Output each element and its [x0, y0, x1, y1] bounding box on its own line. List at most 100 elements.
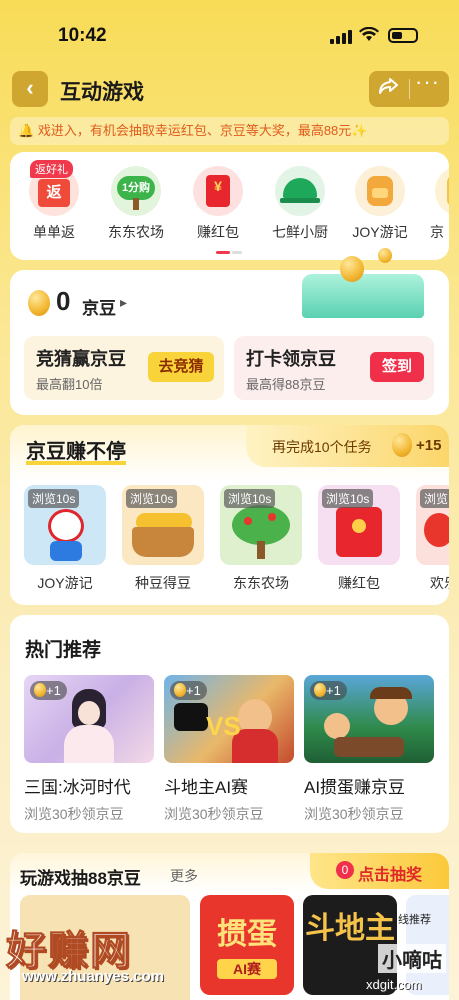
earn-item-joy[interactable]: 浏览10s JOY游记 [24, 485, 106, 593]
entry-joy[interactable]: JOY游记 [340, 166, 420, 242]
basket-icon: 浏览10s [122, 485, 204, 565]
hot-sub: 浏览30秒领京豆 [24, 806, 124, 822]
tree-icon: 1分购 [111, 166, 161, 216]
treasure-box-illustration [302, 274, 424, 318]
hot-sub: 浏览30秒领京豆 [164, 806, 264, 822]
entry-label: 京 [430, 224, 444, 240]
hot-title: AI掼蛋赚京豆 [304, 778, 406, 797]
notice-bar[interactable]: 🔔 戏进入，有机会抽取幸运红包、京豆等大奖，最高88元✨ [10, 117, 449, 145]
battery-icon [388, 28, 418, 43]
entry-label: 东东农场 [108, 224, 164, 240]
share-icon[interactable] [377, 77, 399, 103]
entry-label: 赚红包 [197, 224, 239, 240]
reward-tag: +1 [30, 681, 67, 700]
nav-bar: ‹ 互动游戏 ··· [0, 68, 459, 110]
bean-icon [174, 683, 186, 697]
watermark-right-url: xdgit.com [366, 977, 422, 992]
notice-text: 戏进入，有机会抽取幸运红包、京豆等大奖，最高88元✨ [37, 123, 368, 138]
earn-label: 东东农场 [233, 575, 289, 591]
browse-tag: 浏览 [420, 489, 449, 508]
guess-button[interactable]: 去竞猜 [148, 352, 214, 382]
bean-icon [28, 290, 50, 316]
more-link[interactable]: 更多 [170, 866, 198, 886]
checkin-button[interactable]: 签到 [370, 352, 424, 382]
hot-item-guandan[interactable]: +1 AI掼蛋赚京豆 浏览30秒领京豆 [304, 675, 434, 824]
cloche-icon [275, 166, 325, 216]
game-icon: 浏览 [416, 485, 449, 565]
lottery-button[interactable]: 0 点击抽奖 [310, 853, 449, 889]
entry-label: JOY游记 [352, 224, 408, 240]
task-sub: 最高翻10倍 [36, 377, 103, 392]
wifi-icon [359, 26, 379, 47]
capsule-divider [409, 79, 410, 99]
reward-value: +15 [416, 437, 442, 454]
entry-icons-card: 返 返好礼 单单返 1分购 东东农场 ¥ 赚红包 七鲜小厨 JOY游记 京 [10, 152, 449, 260]
back-button[interactable]: ‹ [12, 71, 48, 107]
guandan-thumb[interactable]: 掼蛋 AI赛 [200, 895, 294, 995]
page-title: 互动游戏 [60, 81, 144, 104]
entry-farm[interactable]: 1分购 东东农场 [96, 166, 176, 242]
hot-title: 三国:冰河时代 [24, 778, 131, 797]
browse-tag: 浏览10s [322, 489, 374, 508]
earn-label: 赚红包 [338, 575, 380, 591]
hot-recommend-card: 热门推荐 +1 三国:冰河时代 浏览30秒领京豆 VS +1 斗地主AI赛 浏览… [10, 615, 449, 833]
task-title: 竞猜赢京豆 [36, 349, 126, 369]
chevron-right-icon[interactable]: ▸ [120, 294, 127, 311]
more-icon[interactable]: ··· [415, 69, 440, 95]
task-sub: 最高得88京豆 [246, 377, 326, 392]
section-title: 热门推荐 [25, 640, 102, 661]
lottery-count: 0 [336, 861, 354, 879]
game-banner-image: VS +1 [164, 675, 294, 763]
entry-label: 七鲜小厨 [272, 224, 328, 240]
mini-program-capsule: ··· [369, 69, 449, 107]
hot-item-sanguo[interactable]: +1 三国:冰河时代 浏览30秒领京豆 [24, 675, 154, 824]
bean-unit[interactable]: 京豆 [82, 294, 116, 319]
joy-dog-icon: 浏览10s [24, 485, 106, 565]
red-packet-icon: ¥ [193, 166, 243, 216]
hot-title: 斗地主AI赛 [164, 778, 249, 797]
bean-icon [378, 248, 392, 263]
status-time: 10:42 [58, 25, 107, 46]
entry-partial[interactable]: 京 [420, 166, 449, 242]
entry-dandanfan[interactable]: 返 返好礼 单单返 [14, 160, 94, 242]
bean-count: 0 [56, 286, 71, 316]
progress-text: 再完成10个任务 [272, 439, 372, 455]
bean-icon [392, 433, 412, 457]
bean-icon [34, 683, 46, 697]
bean-balance-card: 0 京豆 ▸ 竞猜赢京豆 最高翻10倍 去竞猜 打卡领京豆 最高得88京豆 签到 [10, 248, 449, 415]
page-indicator-active [216, 251, 230, 254]
earn-item-redpacket[interactable]: 浏览10s 赚红包 [318, 485, 400, 593]
bean-icon [340, 256, 364, 282]
tree-icon: 浏览10s [220, 485, 302, 565]
page-indicator [232, 251, 242, 254]
watermark-url: www.zhuanyes.com [22, 968, 164, 985]
browse-tag: 浏览10s [224, 489, 276, 508]
entry-redpacket[interactable]: ¥ 赚红包 [178, 166, 258, 242]
task-progress-banner[interactable]: 再完成10个任务 +15 [246, 425, 449, 467]
signal-icon [330, 30, 352, 44]
earn-item-farm[interactable]: 浏览10s 东东农场 [220, 485, 302, 593]
watermark-right: 小嘀咕 [378, 944, 446, 973]
browse-tag: 浏览10s [28, 489, 80, 508]
task-title: 打卡领京豆 [246, 349, 336, 369]
section-title: 玩游戏抽88京豆 [20, 869, 141, 888]
hot-item-doudizhu[interactable]: VS +1 斗地主AI赛 浏览30秒领京豆 [164, 675, 294, 824]
lottery-label: 点击抽奖 [358, 867, 423, 884]
browse-tag: 浏览10s [126, 489, 178, 508]
bell-icon: 🔔 [18, 123, 38, 138]
entry-label: 单单返 [33, 224, 75, 240]
earn-beans-card: 京豆赚不停 再完成10个任务 +15 浏览10s JOY游记 浏览10s 种豆得… [10, 425, 449, 605]
earn-title: 京豆赚不停 [26, 441, 126, 465]
status-bar: 10:42 [0, 0, 459, 50]
hot-sub: 浏览30秒领京豆 [304, 806, 404, 822]
task-guess[interactable]: 竞猜赢京豆 最高翻10倍 去竞猜 [24, 336, 224, 400]
earn-item-partial[interactable]: 浏览 欢乐 [416, 485, 449, 593]
bean-icon [314, 683, 326, 697]
backpack-icon [355, 166, 405, 216]
earn-label: JOY游记 [37, 575, 93, 591]
earn-label: 欢乐 [430, 575, 449, 591]
game-icon [435, 166, 449, 216]
task-checkin[interactable]: 打卡领京豆 最高得88京豆 签到 [234, 336, 434, 400]
earn-item-plant[interactable]: 浏览10s 种豆得豆 [122, 485, 204, 593]
entry-kitchen[interactable]: 七鲜小厨 [260, 166, 340, 242]
